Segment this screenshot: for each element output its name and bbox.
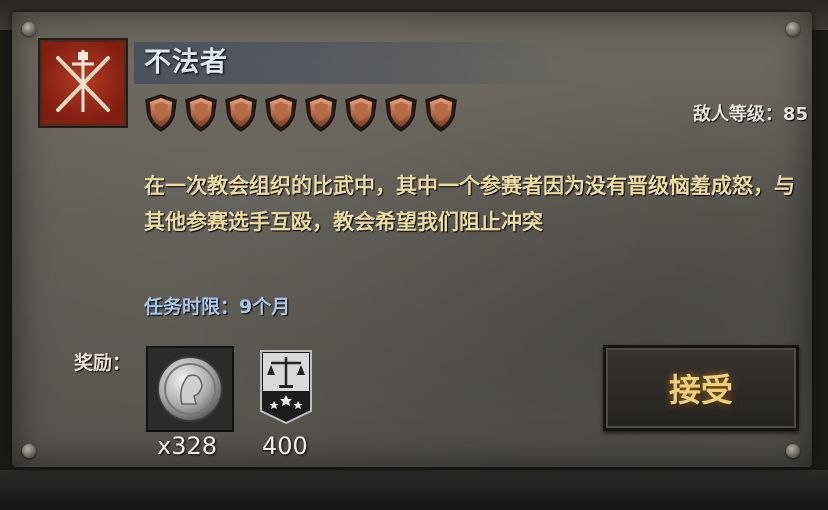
- difficulty-shield-icon: [144, 94, 178, 136]
- difficulty-shield-icon: [264, 94, 298, 136]
- accept-button[interactable]: 接受: [603, 345, 799, 431]
- difficulty-shield-icon: [384, 94, 418, 136]
- enemy-level: 敌人等级：85: [692, 104, 808, 125]
- justice-scale-banner-icon: [259, 349, 313, 425]
- corner-pin-icon: [786, 22, 800, 36]
- difficulty-shield-icon: [424, 94, 458, 136]
- difficulty-shield-icon: [344, 94, 378, 136]
- corner-pin-icon: [22, 444, 36, 458]
- corner-pin-icon: [22, 22, 36, 36]
- corner-pin-icon: [786, 444, 800, 458]
- difficulty-shield-icon: [304, 94, 338, 136]
- quest-description: 在一次教会组织的比武中，其中一个参赛者因为没有晋级恼羞成怒，与其他参赛选手互殴，…: [144, 174, 795, 234]
- accept-button-label: 接受: [668, 371, 733, 409]
- difficulty-shield-icon: [184, 94, 218, 136]
- difficulty-shields: [144, 94, 458, 136]
- crossed-swords-emblem-icon: [38, 38, 128, 128]
- difficulty-shield-icon: [224, 94, 258, 136]
- bottom-frame: [0, 470, 828, 510]
- reward-count: 400: [262, 432, 308, 460]
- silver-coin-icon: [146, 346, 234, 432]
- rewards-label: 奖励：: [74, 352, 132, 374]
- reward-count: x328: [157, 432, 218, 460]
- quest-title: 不法者: [144, 47, 228, 78]
- time-limit: 任务时限：9个月: [144, 296, 291, 318]
